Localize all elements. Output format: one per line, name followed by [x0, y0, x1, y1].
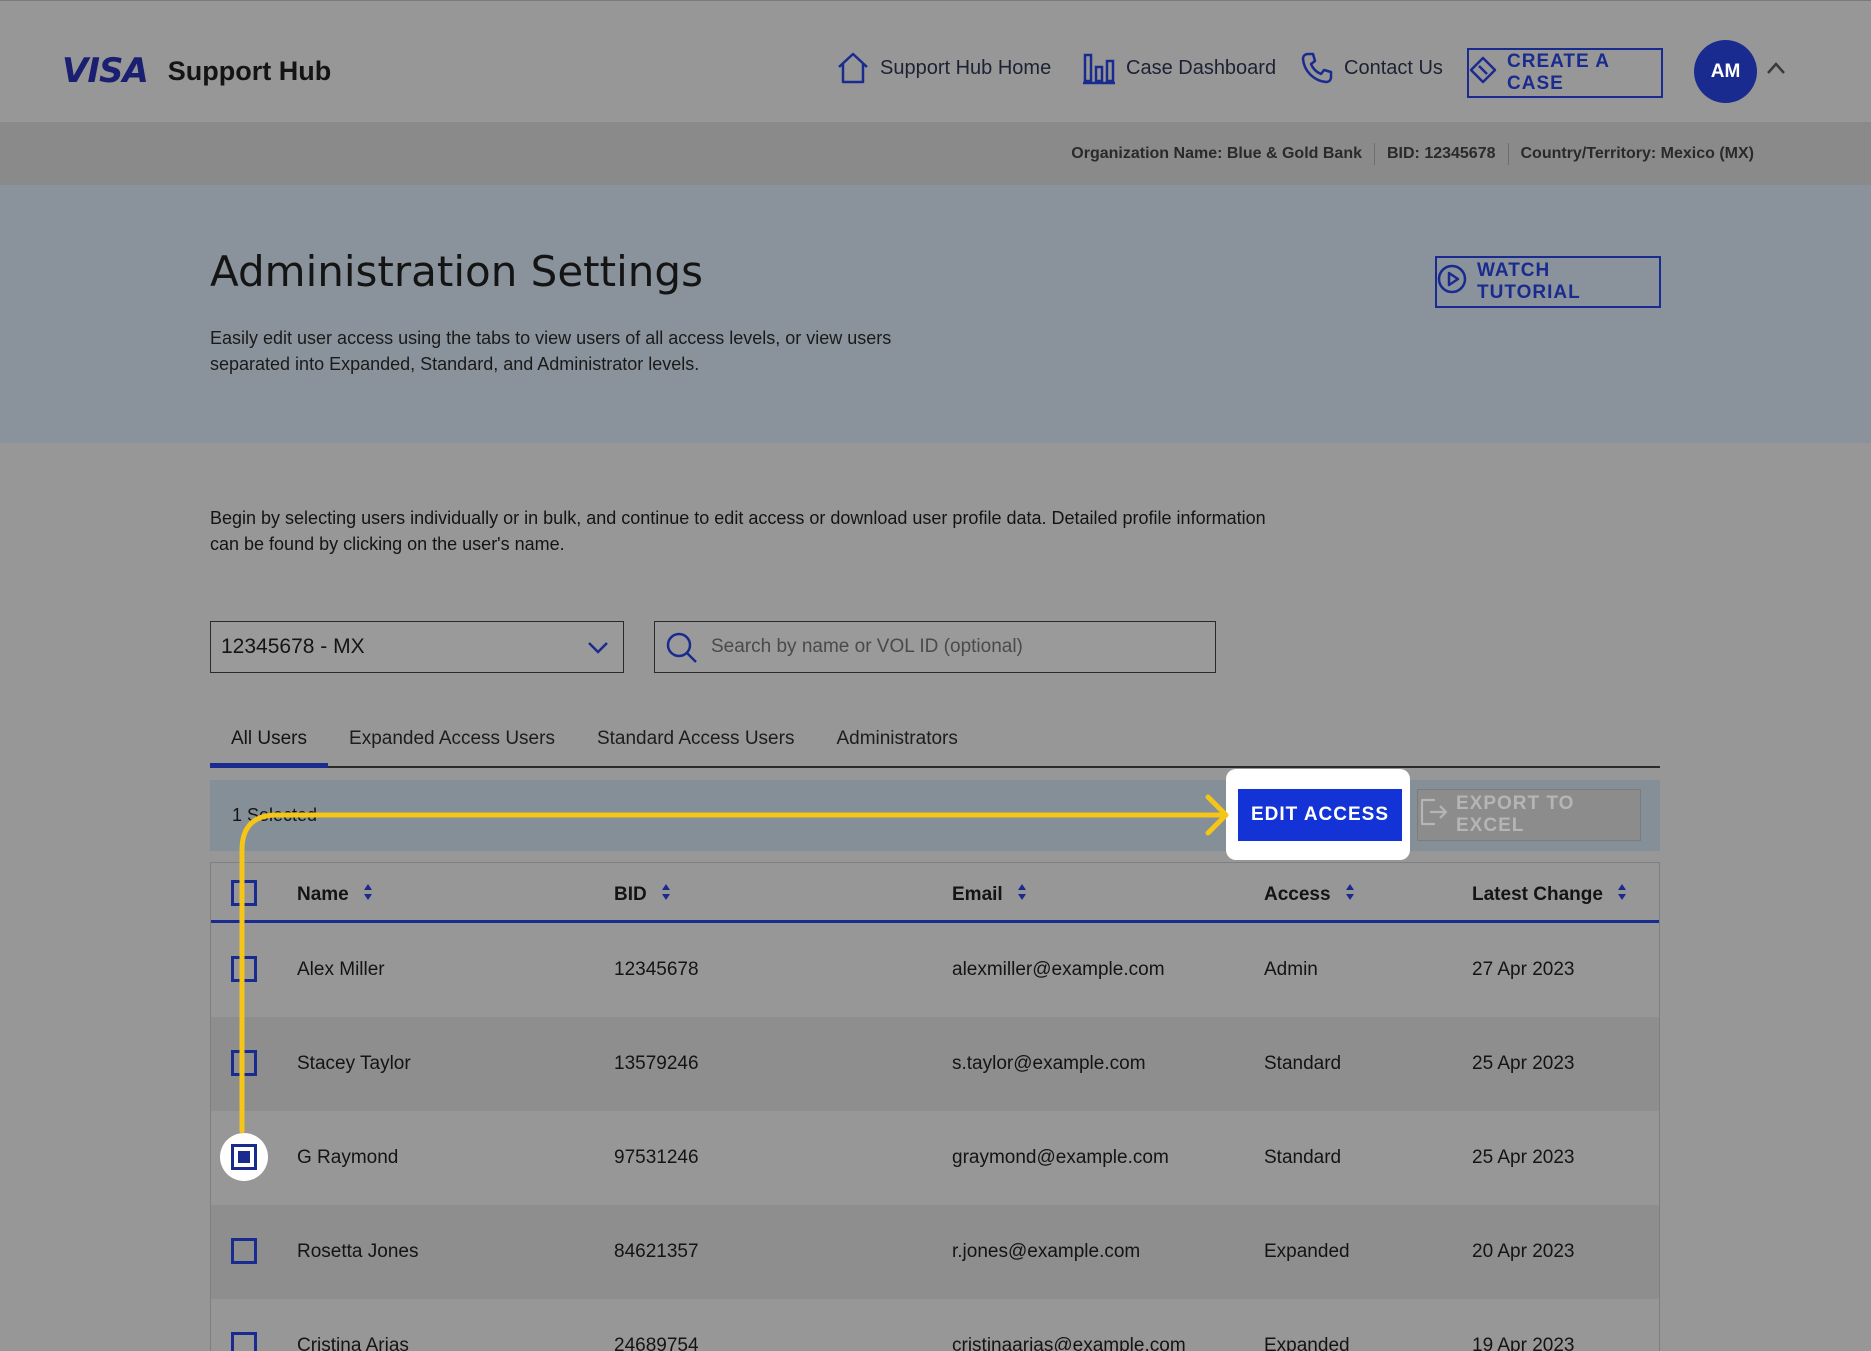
user-bid: 84621357 — [614, 1241, 699, 1262]
user-access: Admin — [1264, 959, 1318, 980]
avatar[interactable]: AM — [1694, 40, 1757, 103]
table-row[interactable]: Cristina Arias 24689754 cristinaarias@ex… — [211, 1299, 1659, 1351]
export-label: EXPORT TO EXCEL — [1456, 793, 1575, 836]
create-case-button[interactable]: CREATE A CASE — [1467, 48, 1663, 98]
user-name-link[interactable]: Cristina Arias — [297, 1335, 409, 1351]
tab-standard-access-users[interactable]: Standard Access Users — [576, 718, 815, 766]
sort-icon — [1017, 883, 1027, 907]
user-access: Expanded — [1264, 1241, 1350, 1262]
org-bid: BID: 12345678 — [1386, 144, 1496, 162]
watch-tutorial-button[interactable]: WATCH TUTORIAL — [1435, 256, 1661, 308]
user-bid: 13579246 — [614, 1053, 699, 1074]
brand-logo[interactable]: VISA Support Hub — [62, 51, 331, 91]
export-to-excel-button[interactable]: EXPORT TO EXCEL — [1417, 789, 1641, 841]
app-title: Support Hub — [167, 55, 332, 86]
export-icon — [1418, 797, 1448, 833]
column-header-bid[interactable]: BID — [614, 883, 671, 907]
org-country: Country/Territory: Mexico (MX) — [1520, 144, 1755, 162]
top-header: VISA Support Hub Support Hub Home Case D… — [0, 0, 1871, 122]
user-access: Expanded — [1264, 1335, 1350, 1351]
user-email: cristinaarias@example.com — [952, 1335, 1186, 1351]
table-row[interactable]: Rosetta Jones 84621357 r.jones@example.c… — [211, 1205, 1659, 1299]
chevron-up-icon[interactable] — [1766, 61, 1786, 80]
watch-tutorial-label: WATCH TUTORIAL — [1477, 260, 1581, 303]
selected-checkbox-highlight — [220, 1133, 268, 1181]
user-latest-change: 25 Apr 2023 — [1472, 1147, 1575, 1168]
user-bid: 24689754 — [614, 1335, 699, 1351]
org-info-bar: Organization Name: Blue & Gold Bank BID:… — [0, 122, 1871, 185]
visa-logo: VISA — [62, 51, 149, 91]
bid-select-value: 12345678 - MX — [221, 635, 365, 658]
tab-expanded-access-users[interactable]: Expanded Access Users — [328, 718, 576, 766]
user-latest-change: 27 Apr 2023 — [1472, 959, 1575, 980]
chevron-down-icon — [587, 638, 609, 662]
search-icon — [665, 631, 699, 670]
user-name-link[interactable]: Rosetta Jones — [297, 1241, 418, 1263]
table-row[interactable]: G Raymond 97531246 graymond@example.com … — [211, 1111, 1659, 1205]
sort-icon — [1345, 883, 1355, 907]
table-row[interactable]: Stacey Taylor 13579246 s.taylor@example.… — [211, 1017, 1659, 1111]
tab-all-users[interactable]: All Users — [210, 718, 329, 768]
tab-administrators[interactable]: Administrators — [815, 718, 978, 766]
row-checkbox[interactable] — [231, 1050, 257, 1076]
search-input[interactable] — [711, 636, 1215, 658]
nav-case-dashboard[interactable]: Case Dashboard — [1082, 51, 1276, 85]
bid-select[interactable]: 12345678 - MX — [210, 621, 624, 673]
table-row[interactable]: Alex Miller 12345678 alexmiller@example.… — [211, 923, 1659, 1017]
user-name-link[interactable]: Alex Miller — [297, 959, 385, 981]
ticket-icon — [1469, 56, 1497, 90]
user-access: Standard — [1264, 1053, 1342, 1074]
user-access: Standard — [1264, 1147, 1342, 1168]
phone-icon — [1300, 51, 1334, 85]
nav-support-hub-home[interactable]: Support Hub Home — [836, 51, 1051, 85]
home-icon — [836, 51, 870, 85]
user-email: s.taylor@example.com — [952, 1053, 1146, 1074]
org-name: Organization Name: Blue & Gold Bank — [1071, 144, 1362, 162]
selected-count: 1 Selected — [232, 805, 318, 825]
user-latest-change: 20 Apr 2023 — [1472, 1241, 1575, 1262]
page-title: Administration Settings — [210, 247, 703, 296]
column-header-access[interactable]: Access — [1264, 883, 1355, 907]
users-table: Name BID Email Access Latest Change Alex… — [210, 862, 1660, 1351]
instructions-text: Begin by selecting users individually or… — [210, 508, 1266, 554]
bar-chart-icon — [1082, 51, 1116, 85]
edit-access-button[interactable]: EDIT ACCESS — [1238, 789, 1402, 841]
user-name-link[interactable]: Stacey Taylor — [297, 1053, 411, 1075]
play-icon — [1437, 264, 1467, 300]
row-checkbox-checked[interactable] — [231, 1144, 257, 1170]
nav-label: Contact Us — [1344, 56, 1443, 79]
column-header-email[interactable]: Email — [952, 883, 1027, 907]
nav-label: Case Dashboard — [1126, 56, 1277, 79]
create-case-label: CREATE A CASE — [1507, 51, 1610, 94]
sort-icon — [1617, 883, 1627, 907]
user-bid: 97531246 — [614, 1147, 699, 1168]
column-header-name[interactable]: Name — [297, 883, 373, 907]
user-email: r.jones@example.com — [952, 1241, 1141, 1262]
page-description: Easily edit user access using the tabs t… — [210, 328, 892, 374]
search-field[interactable] — [654, 621, 1216, 673]
user-latest-change: 25 Apr 2023 — [1472, 1053, 1575, 1074]
user-bid: 12345678 — [614, 959, 699, 980]
user-email: graymond@example.com — [952, 1147, 1169, 1168]
row-checkbox[interactable] — [231, 956, 257, 982]
user-email: alexmiller@example.com — [952, 959, 1165, 980]
row-checkbox[interactable] — [231, 1332, 257, 1351]
column-header-latest-change[interactable]: Latest Change — [1472, 883, 1627, 907]
user-name-link[interactable]: G Raymond — [297, 1147, 398, 1169]
nav-contact-us[interactable]: Contact Us — [1300, 51, 1443, 85]
user-latest-change: 19 Apr 2023 — [1472, 1335, 1575, 1351]
nav-label: Support Hub Home — [880, 56, 1052, 79]
select-all-checkbox[interactable] — [231, 880, 257, 906]
user-tabs: All Users Expanded Access Users Standard… — [210, 718, 1660, 768]
sort-icon — [661, 883, 671, 907]
table-header: Name BID Email Access Latest Change — [211, 862, 1659, 923]
sort-icon — [363, 883, 373, 907]
row-checkbox[interactable] — [231, 1238, 257, 1264]
hero-section: Administration Settings Easily edit user… — [0, 185, 1871, 443]
